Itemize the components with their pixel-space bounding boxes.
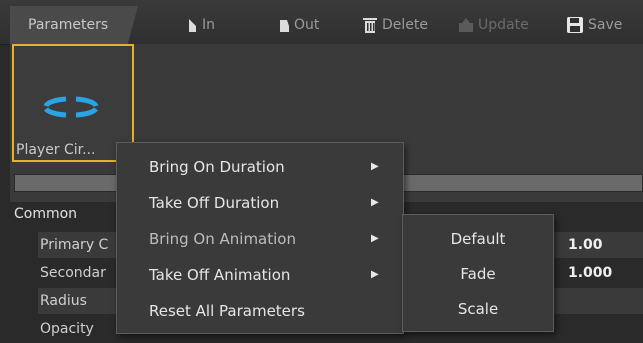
trash-icon	[362, 16, 378, 34]
circle-icon	[40, 96, 102, 122]
in-label: In	[202, 17, 216, 33]
menu-item-bring-on-duration[interactable]: Bring On Duration ▶	[117, 149, 403, 185]
menu-item-label: Reset All Parameters	[149, 302, 305, 320]
in-button[interactable]: In	[186, 6, 215, 44]
out-icon	[278, 18, 290, 32]
submenu-item-default[interactable]: Default	[403, 221, 553, 257]
param-label: Opacity	[40, 321, 94, 337]
context-menu: Bring On Duration ▶ Take Off Duration ▶ …	[116, 142, 404, 334]
toolbar: Parameters In Out Delete Update Save	[0, 0, 643, 45]
out-button[interactable]: Out	[278, 6, 319, 44]
in-icon	[186, 18, 198, 32]
menu-item-label: Bring On Duration	[149, 158, 285, 176]
submenu-arrow-icon: ▶	[371, 269, 379, 280]
param-label: Primary C	[40, 237, 109, 253]
menu-item-label: Take Off Animation	[149, 266, 291, 284]
tab-parameters[interactable]: Parameters	[10, 6, 138, 44]
tab-parameters-label: Parameters	[28, 17, 109, 33]
param-label: Secondar	[40, 265, 106, 281]
menu-item-label: Bring On Animation	[149, 230, 296, 248]
delete-button[interactable]: Delete	[362, 6, 428, 44]
menu-item-take-off-duration[interactable]: Take Off Duration ▶	[117, 185, 403, 221]
menu-item-take-off-animation[interactable]: Take Off Animation ▶	[117, 257, 403, 293]
menu-item-bring-on-animation[interactable]: Bring On Animation ▶	[117, 221, 403, 257]
animation-submenu: Default Fade Scale	[402, 214, 554, 332]
out-label: Out	[294, 17, 320, 33]
param-value[interactable]: 1.000	[568, 260, 612, 286]
update-label: Update	[478, 17, 529, 33]
asset-label: Player Cir...	[16, 142, 96, 158]
update-button[interactable]: Update	[458, 6, 529, 44]
param-label: Radius	[40, 293, 87, 309]
submenu-arrow-icon: ▶	[371, 233, 379, 244]
menu-item-label: Take Off Duration	[149, 194, 280, 212]
menu-item-reset-all-parameters[interactable]: Reset All Parameters	[117, 293, 403, 329]
submenu-item-scale[interactable]: Scale	[403, 291, 553, 327]
submenu-item-fade[interactable]: Fade	[403, 256, 553, 292]
update-icon	[458, 17, 474, 33]
param-value[interactable]: 1.00	[568, 232, 603, 258]
section-title: Common	[14, 206, 78, 222]
floppy-icon	[566, 16, 584, 34]
save-label: Save	[588, 17, 623, 33]
submenu-arrow-icon: ▶	[371, 197, 379, 208]
delete-label: Delete	[382, 17, 428, 33]
save-button[interactable]: Save	[566, 6, 622, 44]
submenu-arrow-icon: ▶	[371, 161, 379, 172]
